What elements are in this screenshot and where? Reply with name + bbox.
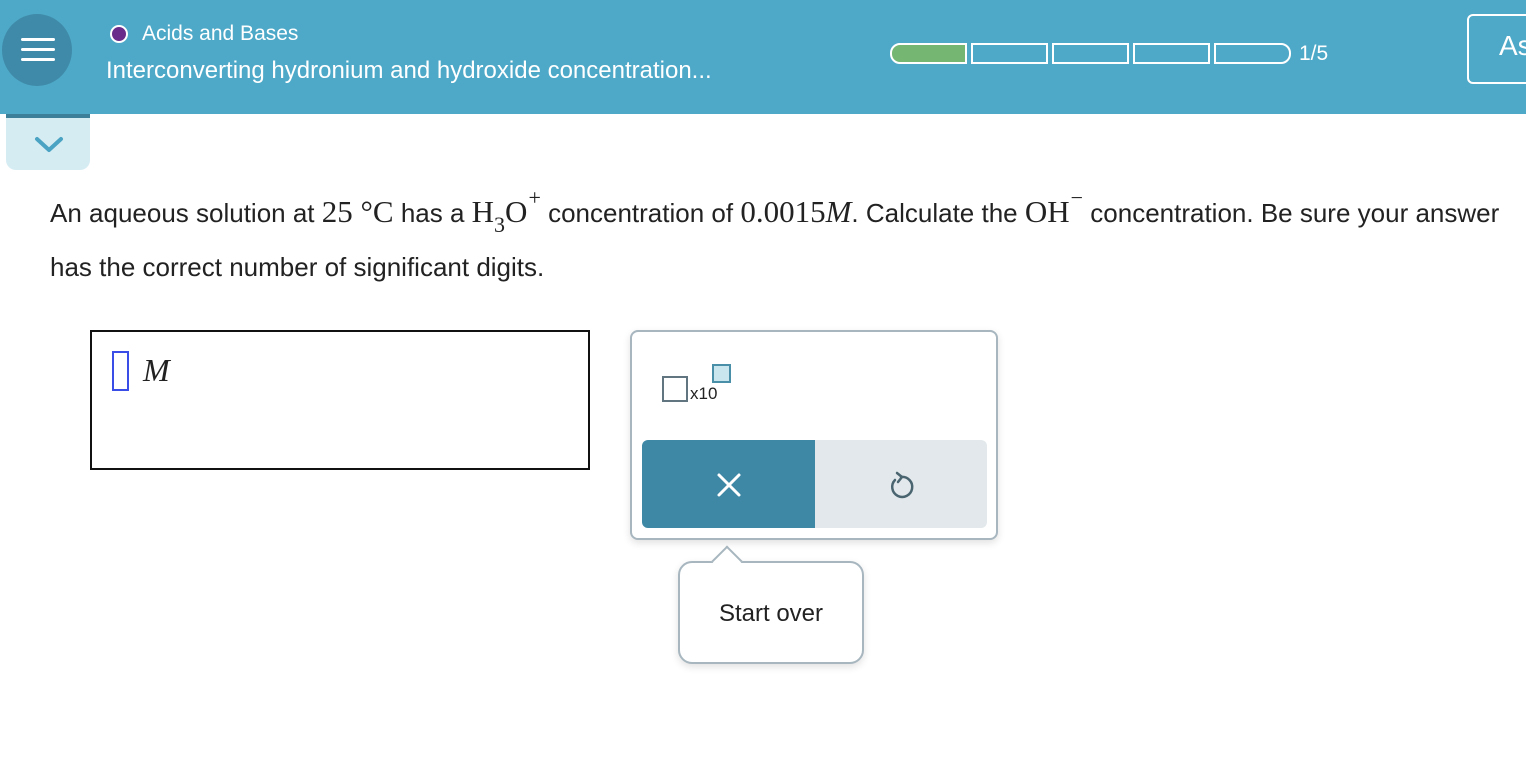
formula-part: OH bbox=[1024, 194, 1070, 229]
topic-label: Acids and Bases bbox=[142, 22, 299, 45]
progress-count: 1/5 bbox=[1299, 42, 1329, 65]
start-over-tooltip: Start over bbox=[678, 545, 864, 664]
formula-part: H bbox=[471, 194, 495, 229]
formula-charge: + bbox=[528, 185, 541, 210]
tooltip-label: Start over bbox=[718, 600, 824, 627]
exponent-box-icon bbox=[712, 364, 731, 383]
tooltip-arrow bbox=[711, 545, 743, 577]
question-text-segment: An aqueous solution at bbox=[50, 198, 322, 228]
answer-input-box[interactable]: M bbox=[90, 330, 590, 470]
concentration-unit: M bbox=[825, 194, 852, 229]
hydroxide-formula: OH− bbox=[1024, 185, 1084, 241]
hydronium-formula: H3O+ bbox=[471, 185, 541, 241]
question-text: An aqueous solution at 25 °C has a H3O+ … bbox=[50, 185, 1526, 293]
concentration-value: 0.0015M bbox=[740, 194, 851, 229]
close-icon bbox=[717, 473, 741, 497]
math-tool-panel: x10 bbox=[630, 330, 998, 540]
hamburger-menu-icon[interactable] bbox=[2, 14, 72, 86]
answer-unit: M bbox=[143, 352, 170, 388]
question-line-2: has the correct number of significant di… bbox=[50, 252, 545, 282]
progress-bar bbox=[890, 43, 1291, 64]
ask-button[interactable]: Ask bbox=[1467, 14, 1526, 84]
formula-charge: − bbox=[1070, 185, 1084, 210]
undo-icon bbox=[890, 471, 914, 499]
question-text-segment: . Calculate the bbox=[851, 198, 1025, 228]
question-text-segment: has a bbox=[393, 198, 472, 228]
progress-segment bbox=[971, 43, 1048, 64]
progress-segment bbox=[890, 43, 967, 64]
chevron-down-icon bbox=[35, 137, 63, 152]
collapse-toggle-button[interactable] bbox=[6, 114, 90, 170]
topic-status-dot-icon bbox=[110, 25, 128, 43]
progress-segment bbox=[1214, 43, 1291, 64]
temperature-value: 25 °C bbox=[321, 194, 394, 229]
formula-subscript: 3 bbox=[494, 212, 506, 237]
undo-button[interactable] bbox=[815, 440, 987, 528]
scientific-notation-button[interactable]: x10 bbox=[662, 362, 740, 410]
question-text-segment: concentration. Be sure your answer bbox=[1083, 198, 1500, 228]
question-line-1: An aqueous solution at 25 °C has a H3O+ … bbox=[50, 185, 1526, 241]
formula-part: O bbox=[505, 194, 528, 229]
coefficient-box-icon bbox=[662, 376, 688, 402]
answer-input-slot[interactable] bbox=[112, 351, 129, 391]
concentration-number: 0.0015 bbox=[740, 194, 826, 229]
topic-row: Acids and Bases bbox=[110, 20, 298, 48]
sci-notation-label: x10 bbox=[690, 384, 718, 403]
clear-button[interactable] bbox=[642, 440, 815, 528]
lesson-title: Interconverting hydronium and hydroxide … bbox=[106, 57, 712, 84]
progress-segment bbox=[1133, 43, 1210, 64]
question-text-segment: concentration of bbox=[540, 198, 741, 228]
progress-segment bbox=[1052, 43, 1129, 64]
top-bar: Acids and Bases Interconverting hydroniu… bbox=[0, 0, 1526, 114]
